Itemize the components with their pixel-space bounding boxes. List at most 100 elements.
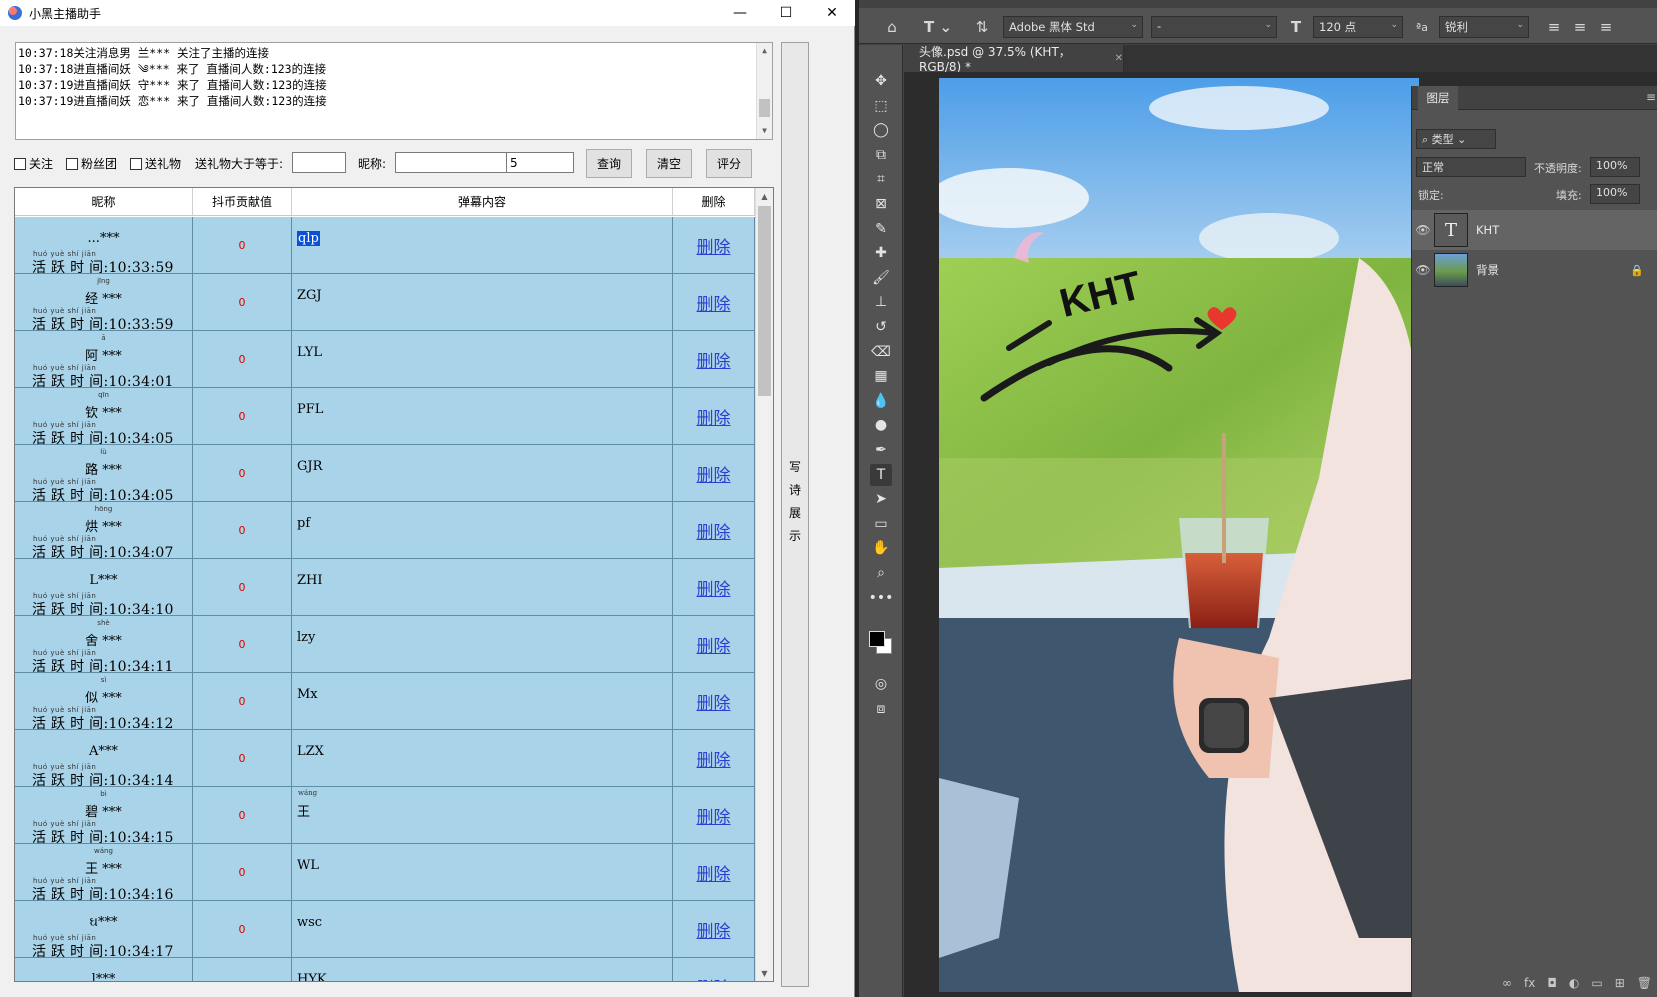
- table-row[interactable]: shè 舍 *** huó yuè shí jiān 活 跃 时 间:10:34:11…: [15, 616, 755, 675]
- table-row[interactable]: l***huó yuè shí jiān活 跃 时 间 HYK 删除: [15, 958, 755, 981]
- delete-link[interactable]: 删除: [697, 746, 731, 771]
- scroll-thumb[interactable]: [759, 99, 770, 117]
- table-row[interactable]: ...*** huó yuè shí jiān 活 跃 时 间:10:33:59 0 q…: [15, 217, 755, 276]
- brush-tool-icon[interactable]: 🖌: [870, 267, 892, 289]
- align-left-icon[interactable]: ≡: [1543, 16, 1565, 38]
- header-danmu[interactable]: 弹幕内容: [292, 188, 673, 215]
- danmu-cell[interactable]: pf: [292, 502, 673, 558]
- rectangle-tool-icon[interactable]: ▭: [870, 513, 892, 535]
- screen-mode-icon[interactable]: ⧈: [870, 698, 892, 720]
- delete-link[interactable]: 删除: [697, 461, 731, 486]
- danmu-cell[interactable]: Mx: [292, 673, 673, 729]
- history-brush-icon[interactable]: ↺: [870, 316, 892, 338]
- new-group-icon[interactable]: ▭: [1591, 976, 1602, 990]
- blend-mode-select[interactable]: 正常: [1416, 157, 1526, 177]
- antialias-select[interactable]: 锐利 ⌄: [1439, 16, 1529, 38]
- danmu-cell[interactable]: PFL: [292, 388, 673, 444]
- maximize-button[interactable]: ☐: [763, 0, 809, 26]
- delete-link[interactable]: 删除: [697, 689, 731, 714]
- table-row[interactable]: A*** huó yuè shí jiān 活 跃 时 间:10:34:14 0 LZX…: [15, 730, 755, 789]
- hand-tool-icon[interactable]: ✋: [870, 537, 892, 559]
- font-family-select[interactable]: Adobe 黑体 Std ⌄: [1003, 16, 1143, 38]
- layers-tab[interactable]: 图层: [1418, 86, 1458, 110]
- adjustment-layer-icon[interactable]: ◐: [1569, 976, 1579, 990]
- scroll-up-icon[interactable]: ▲: [757, 43, 772, 59]
- clear-button[interactable]: 清空: [646, 149, 692, 178]
- fans-checkbox[interactable]: 粉丝团: [66, 155, 117, 172]
- foreground-color-swatch[interactable]: [869, 631, 885, 647]
- add-mask-icon[interactable]: ◘: [1547, 976, 1557, 990]
- delete-link[interactable]: 删除: [697, 632, 731, 657]
- gift-checkbox[interactable]: 送礼物: [130, 155, 181, 172]
- danmu-cell[interactable]: ZHI: [292, 559, 673, 615]
- table-scrollbar[interactable]: ▲ ▼: [755, 188, 773, 981]
- danmu-cell[interactable]: wsc: [292, 901, 673, 957]
- layer-row-text[interactable]: 👁 T KHT: [1412, 210, 1657, 250]
- table-row[interactable]: jīng 经 *** huó yuè shí jiān 活 跃 时 间:10:33:5…: [15, 274, 755, 333]
- gradient-tool-icon[interactable]: ▦: [870, 365, 892, 387]
- danmu-cell[interactable]: GJR: [292, 445, 673, 501]
- danmu-cell[interactable]: wáng 王: [292, 787, 673, 843]
- eyedropper-tool-icon[interactable]: ✎: [870, 218, 892, 240]
- artwork[interactable]: KHT: [939, 78, 1419, 992]
- layer-style-icon[interactable]: fx: [1524, 976, 1535, 990]
- header-coin[interactable]: 抖币贡献值: [193, 188, 292, 215]
- frame-tool-icon[interactable]: ⊠: [870, 193, 892, 215]
- opacity-input[interactable]: 100%: [1590, 157, 1640, 177]
- delete-link[interactable]: 删除: [697, 575, 731, 600]
- follow-checkbox[interactable]: 关注: [14, 155, 53, 172]
- zoom-tool-icon[interactable]: ⌕: [870, 562, 892, 584]
- score-button[interactable]: 评分: [706, 149, 752, 178]
- nickname-input[interactable]: [395, 152, 522, 173]
- poem-side-panel[interactable]: 写 诗 展 示: [781, 42, 809, 987]
- path-select-tool-icon[interactable]: ➤: [870, 488, 892, 510]
- delete-link[interactable]: 删除: [697, 233, 731, 258]
- align-right-icon[interactable]: ≡: [1595, 16, 1617, 38]
- link-layers-icon[interactable]: ∞: [1502, 976, 1512, 990]
- table-row[interactable]: wáng 王 *** huó yuè shí jiān 活 跃 时 间:10:34:1…: [15, 844, 755, 903]
- scroll-down-icon[interactable]: ▼: [756, 965, 773, 981]
- text-tool-preset-icon[interactable]: T ⌄: [921, 16, 955, 38]
- lasso-tool-icon[interactable]: ◯: [870, 119, 892, 141]
- fill-input[interactable]: 100%: [1590, 184, 1640, 204]
- delete-link[interactable]: 删除: [697, 860, 731, 885]
- delete-link[interactable]: 删除: [697, 518, 731, 543]
- visibility-eye-icon[interactable]: 👁: [1412, 223, 1434, 237]
- quick-mask-icon[interactable]: ◎: [870, 673, 892, 695]
- visibility-eye-icon[interactable]: 👁: [1412, 263, 1434, 277]
- gift-gte-input[interactable]: [292, 152, 346, 173]
- font-size-select[interactable]: 120 点 ⌄: [1313, 16, 1403, 38]
- home-icon[interactable]: ⌂: [881, 16, 903, 38]
- scroll-down-icon[interactable]: ▼: [757, 123, 772, 139]
- delete-link[interactable]: 删除: [697, 290, 731, 315]
- dodge-tool-icon[interactable]: ●: [870, 414, 892, 436]
- log-scrollbar[interactable]: ▲ ▼: [756, 43, 772, 139]
- align-center-icon[interactable]: ≡: [1569, 16, 1591, 38]
- table-row[interactable]: lù 路 *** huó yuè shí jiān 活 跃 时 间:10:34:05 0…: [15, 445, 755, 504]
- header-delete[interactable]: 删除: [673, 188, 755, 215]
- danmu-cell[interactable]: ZGJ: [292, 274, 673, 330]
- delete-link[interactable]: 删除: [697, 917, 731, 942]
- new-layer-icon[interactable]: ⊞: [1615, 976, 1625, 990]
- eraser-tool-icon[interactable]: ⌫: [870, 341, 892, 363]
- object-select-tool-icon[interactable]: ⧉: [870, 144, 892, 166]
- document-tab[interactable]: 头像.psd @ 37.5% (KHT，RGB/8) * ✕: [904, 45, 1124, 74]
- minimize-button[interactable]: —: [717, 0, 763, 26]
- stamp-tool-icon[interactable]: ⊥: [870, 291, 892, 313]
- close-tab-icon[interactable]: ✕: [1115, 53, 1123, 64]
- danmu-cell[interactable]: lzy: [292, 616, 673, 672]
- table-row[interactable]: sì 似 *** huó yuè shí jiān 活 跃 时 间:10:34:12 0…: [15, 673, 755, 732]
- header-nickname[interactable]: 昵称: [15, 188, 193, 215]
- table-row[interactable]: qīn 钦 *** huó yuè shí jiān 活 跃 时 间:10:34:05…: [15, 388, 755, 447]
- marquee-tool-icon[interactable]: ⬚: [870, 95, 892, 117]
- more-tools-icon[interactable]: •••: [869, 587, 894, 609]
- delete-link[interactable]: 删除: [697, 803, 731, 828]
- layer-filter-select[interactable]: ⌕ 类型 ⌄: [1416, 129, 1496, 149]
- close-button[interactable]: ✕: [809, 0, 855, 26]
- delete-link[interactable]: 删除: [697, 347, 731, 372]
- text-orientation-icon[interactable]: ⇅: [971, 16, 993, 38]
- panel-menu-icon[interactable]: ≡: [1646, 90, 1656, 104]
- layer-row-background[interactable]: 👁 背景 🔒: [1412, 250, 1657, 290]
- move-tool-icon[interactable]: ✥: [870, 70, 892, 92]
- danmu-cell[interactable]: qlp: [292, 217, 673, 273]
